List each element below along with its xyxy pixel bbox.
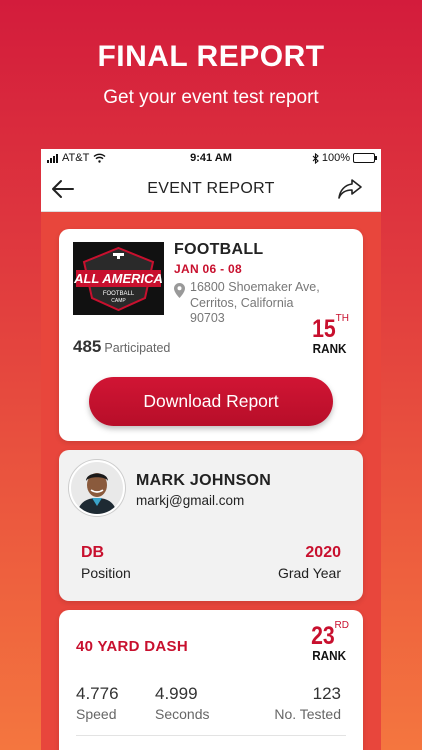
nav-title: EVENT REPORT <box>147 180 275 197</box>
test-rank-number: 23 <box>310 622 335 650</box>
stat-seconds-value: 4.999 <box>155 684 198 703</box>
status-bar: AT&T 9:41 AM 100% <box>41 149 381 167</box>
position-value: DB <box>81 544 105 561</box>
stat-seconds-label: Seconds <box>155 706 210 722</box>
event-logo: ALL AMERICA FOOTBALL CAMP <box>73 242 164 315</box>
share-icon[interactable] <box>337 177 363 201</box>
participated-label: Participated <box>104 341 171 355</box>
position-label: Position <box>81 565 131 581</box>
test-rank-label: RANK <box>311 648 346 663</box>
event-rank-label: RANK <box>312 341 347 356</box>
event-sport: FOOTBALL <box>174 241 264 258</box>
avatar[interactable] <box>69 460 125 516</box>
event-rank: 15TH RANK <box>310 313 349 356</box>
participated-number: 485 <box>73 337 102 356</box>
test-rank-suffix: RD <box>334 620 349 631</box>
address-line-1: 16800 Shoemaker Ave, <box>190 280 320 294</box>
hero-subtitle: Get your event test report <box>103 87 319 108</box>
participated-count: 485 Participated <box>73 337 170 357</box>
player-email: markj@gmail.com <box>136 493 245 508</box>
download-report-button[interactable]: Download Report <box>89 377 333 426</box>
stat-tested-label: No. Tested <box>274 706 341 722</box>
phone-screen: AT&T 9:41 AM 100% EVENT REPORT ALL AMERI… <box>41 149 381 750</box>
battery-icon <box>353 153 377 163</box>
location-pin-icon <box>174 283 185 298</box>
test-card: 40 YARD DASH 23RD RANK 4.776 Speed 4.999… <box>59 610 363 750</box>
event-card: ALL AMERICA FOOTBALL CAMP FOOTBALL JAN 0… <box>59 229 363 441</box>
grad-year-value: 2020 <box>305 544 341 561</box>
stat-speed-value: 4.776 <box>76 684 119 703</box>
player-name: MARK JOHNSON <box>136 472 272 489</box>
nav-bar: EVENT REPORT <box>41 167 381 212</box>
test-name: 40 YARD DASH <box>76 638 188 655</box>
stat-speed-label: Speed <box>76 706 117 722</box>
logo-text-sub: FOOTBALL <box>103 291 135 297</box>
event-rank-suffix: TH <box>335 313 349 324</box>
test-rank: 23RD RANK <box>309 620 349 663</box>
player-card: MARK JOHNSON markj@gmail.com DB Position… <box>59 450 363 601</box>
address-line-2: Cerritos, California <box>190 295 294 310</box>
logo-text-main: ALL AMERICA <box>73 271 163 286</box>
bluetooth-icon <box>312 152 319 164</box>
battery-percent: 100% <box>321 152 350 164</box>
event-rank-number: 15 <box>311 315 336 343</box>
event-dates: JAN 06 - 08 <box>174 262 242 276</box>
divider <box>76 735 346 736</box>
logo-text-camp: CAMP <box>111 298 126 304</box>
stat-tested-value: 123 <box>312 684 341 703</box>
grad-year-label: Grad Year <box>277 565 341 581</box>
hero-title: FINAL REPORT <box>97 40 325 73</box>
